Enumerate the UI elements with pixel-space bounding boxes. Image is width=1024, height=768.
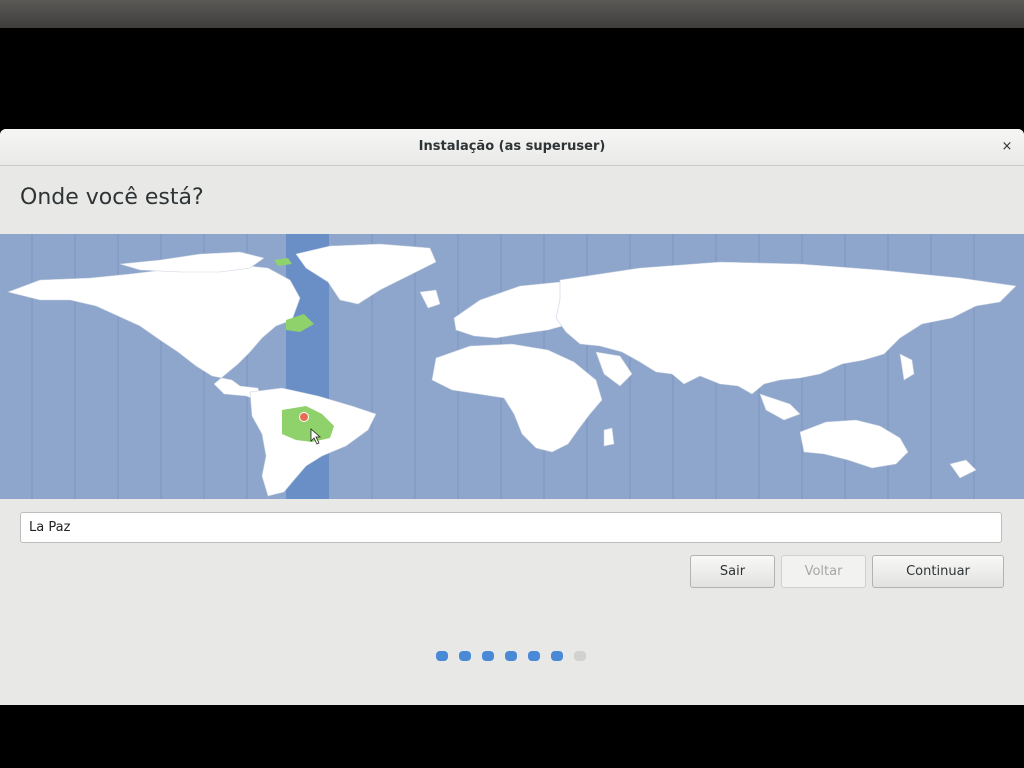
progress-dot: [459, 651, 471, 661]
quit-button[interactable]: Sair: [690, 555, 775, 588]
title-bar: Instalação (as superuser) ×: [0, 129, 1024, 166]
window-title: Instalação (as superuser): [418, 139, 606, 154]
progress-dot: [482, 651, 494, 661]
location-marker-icon: [299, 412, 309, 422]
page-title: Onde você está?: [20, 185, 204, 210]
location-field[interactable]: [20, 512, 1002, 543]
installer-window: Instalação (as superuser) × Onde você es…: [0, 129, 1024, 705]
continue-button[interactable]: Continuar: [872, 555, 1004, 588]
close-icon[interactable]: ×: [998, 138, 1016, 156]
progress-dot: [574, 651, 586, 661]
progress-dot: [436, 651, 448, 661]
continents: [6, 243, 1017, 497]
back-button[interactable]: Voltar: [781, 555, 866, 588]
timezone-map[interactable]: [0, 234, 1024, 499]
progress-dot: [505, 651, 517, 661]
top-panel: [0, 0, 1024, 28]
progress-steps: [436, 651, 586, 661]
progress-dot: [528, 651, 540, 661]
progress-dot: [551, 651, 563, 661]
